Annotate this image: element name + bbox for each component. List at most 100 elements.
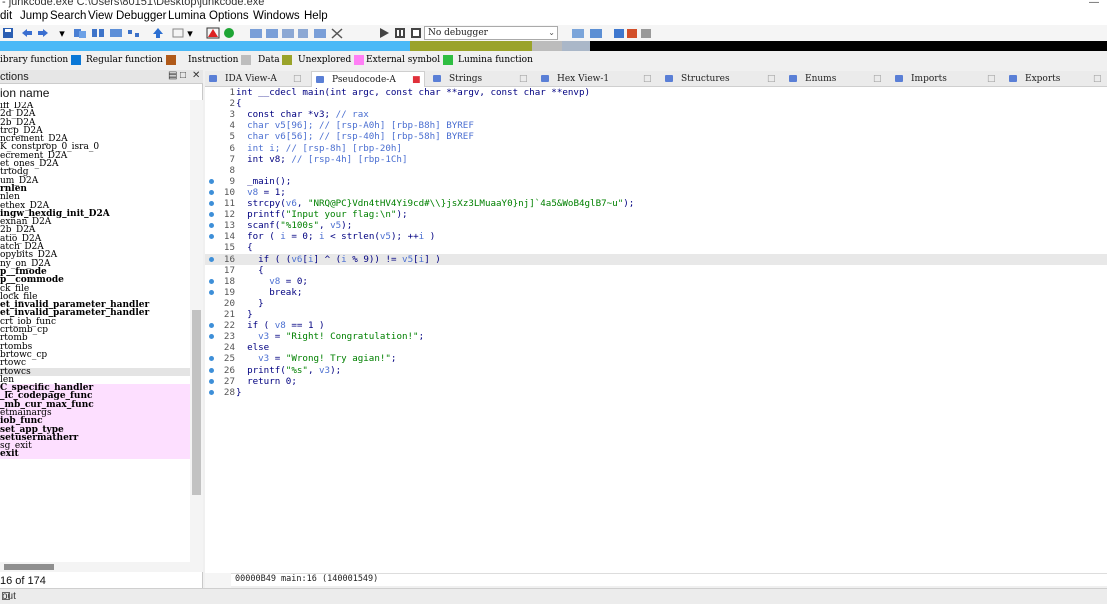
tab-imports[interactable]: Imports □ (891, 71, 1001, 87)
tab-enums[interactable]: Enums □ (785, 71, 887, 87)
tab-pseudocode-a[interactable]: Pseudocode-A ■ (311, 71, 425, 87)
menu-jump[interactable]: Jump (20, 10, 48, 22)
code-line[interactable]: 5 char v6[56]; // [rsp-40h] [rbp-58h] BY… (205, 131, 1107, 142)
panel-menu-icon[interactable]: ▤ (168, 70, 177, 81)
code-token: = (269, 353, 286, 365)
code-line[interactable]: 9 _main(); (205, 176, 1107, 187)
code-line[interactable]: 26 printf("%s", v3); (205, 365, 1107, 376)
lumina-icons[interactable] (612, 26, 658, 40)
tab-ida-view-a[interactable]: IDA View-A □ (205, 71, 307, 87)
code-line[interactable]: 16 if ( (v6[i] ^ (i % 9)) != v5[i] ) (205, 253, 1107, 265)
code-line[interactable]: 24 else (205, 342, 1107, 353)
function-list-item[interactable]: sg_exit (0, 442, 190, 451)
nav-dropdown-icon[interactable]: ▾ (58, 26, 66, 40)
menu-debugger[interactable]: Debugger (116, 10, 167, 22)
functions-column-header[interactable]: ion name (0, 86, 203, 100)
code-line[interactable]: 20 } (205, 298, 1107, 309)
tab-close-icon[interactable]: □ (767, 71, 776, 87)
code-line[interactable]: 7 int v8; // [rsp-4h] [rbp-1Ch] (205, 154, 1107, 165)
code-line[interactable]: 6 int i; // [rsp-8h] [rbp-20h] (205, 143, 1107, 154)
function-list-item[interactable]: rtowcs (0, 367, 190, 376)
line-number: 11 (223, 198, 235, 209)
code-line[interactable]: 19 break; (205, 287, 1107, 298)
list-dropdown-icon[interactable]: ▾ (186, 26, 194, 40)
code-token: strcpy( (236, 198, 286, 209)
tab-close-icon[interactable]: ■ (412, 72, 421, 88)
menu-help[interactable]: Help (304, 10, 328, 22)
breakpoint-icon[interactable] (588, 26, 604, 40)
code-line[interactable]: 28} (205, 387, 1107, 398)
output-float-icon[interactable] (2, 592, 10, 600)
tab-close-icon[interactable]: □ (293, 71, 302, 87)
code-text: scanf("%100s", v5); (236, 220, 352, 231)
save-icon[interactable] (2, 26, 14, 40)
code-token: = 1; (258, 186, 286, 198)
tab-hex-view-1[interactable]: Hex View-1 □ (537, 71, 657, 87)
pause-icon[interactable] (394, 26, 406, 40)
legend-swatch (165, 55, 176, 65)
menu-search[interactable]: Search (50, 10, 86, 22)
code-line[interactable]: 27 return 0; (205, 376, 1107, 387)
tab-close-icon[interactable]: □ (643, 71, 652, 87)
function-list-item[interactable]: exit (0, 450, 190, 459)
code-line[interactable]: 10 v8 = 1; (205, 187, 1107, 198)
output-window[interactable]: out (0, 588, 1107, 604)
back-icon[interactable] (20, 26, 34, 40)
function-list-item[interactable]: rnlen (0, 184, 190, 193)
tab-structures[interactable]: Structures □ (661, 71, 781, 87)
panel-close-icon[interactable]: ✕ (192, 70, 200, 81)
function-list-item[interactable]: brtowc_cp (0, 350, 190, 359)
tab-close-icon[interactable]: □ (1093, 71, 1102, 87)
stop-icon[interactable] (410, 26, 422, 40)
forward-icon[interactable] (36, 26, 52, 40)
code-line[interactable]: 22 if ( v8 == 1 ) (205, 320, 1107, 331)
code-line[interactable]: 14 for ( i = 0; i < strlen(v5); ++i ) (205, 231, 1107, 242)
code-line[interactable]: 12 printf("Input your flag:\n"); (205, 209, 1107, 220)
code-line[interactable]: 15 { (205, 242, 1107, 253)
tab-close-icon[interactable]: □ (987, 71, 996, 87)
code-line[interactable]: 8 (205, 165, 1107, 176)
debug-options-icon[interactable] (570, 26, 586, 40)
pseudocode-view[interactable]: 1 int __cdecl main(int argc, const char *… (205, 87, 1107, 573)
code-line[interactable]: 21 } (205, 309, 1107, 320)
menu-edit[interactable]: dit (0, 10, 12, 22)
menu-lumina[interactable]: Lumina (168, 10, 206, 22)
code-line[interactable]: 3 const char *v3; // rax (205, 109, 1107, 120)
tools-icons[interactable] (248, 26, 348, 40)
menu-options[interactable]: Options (209, 10, 249, 22)
navigation-band[interactable] (0, 41, 1107, 51)
panel-float-icon[interactable]: □ (180, 70, 186, 81)
code-line[interactable]: 1 int __cdecl main(int argc, const char *… (205, 87, 1107, 98)
graph-icon[interactable] (126, 26, 142, 40)
list-icon[interactable] (172, 26, 184, 40)
code-line[interactable]: 23 v3 = "Right! Congratulation!"; (205, 331, 1107, 342)
menu-view[interactable]: View (88, 10, 113, 22)
code-line[interactable]: 17 { (205, 265, 1107, 276)
debugger-select[interactable]: No debugger ⌄ (424, 26, 558, 40)
tab-strings[interactable]: Strings □ (429, 71, 533, 87)
code-line[interactable]: 13 scanf("%100s", v5); (205, 220, 1107, 231)
code-text: } (236, 309, 253, 320)
program-icon[interactable] (108, 26, 124, 40)
copy-icon[interactable] (72, 26, 88, 40)
code-line[interactable]: 18 v8 = 0; (205, 276, 1107, 287)
jump-up-icon[interactable] (152, 26, 164, 40)
play-icon[interactable] (378, 26, 390, 40)
function-list-item[interactable]: crtomb_cp (0, 325, 190, 334)
tab-close-icon[interactable]: □ (519, 71, 528, 87)
segments-icon[interactable] (90, 26, 106, 40)
functions-hscrollbar-thumb[interactable] (4, 564, 54, 570)
functions-count: 16 of 174 (0, 575, 46, 587)
menu-windows[interactable]: Windows (253, 10, 300, 22)
code-line[interactable]: 4 char v5[96]; // [rsp-A0h] [rbp-B8h] BY… (205, 120, 1107, 131)
code-line[interactable]: 2{ (205, 98, 1107, 109)
code-line[interactable]: 11 strcpy(v6, "NRQ@PC}Vdn4tHV4Yi9cd#\\}j… (205, 198, 1107, 209)
function-list-item[interactable]: um_D2A (0, 176, 190, 185)
minimize-button[interactable]: — (1089, 0, 1099, 8)
functions-scrollbar-thumb[interactable] (192, 310, 201, 495)
function-list-item[interactable]: et_ones_D2A (0, 159, 190, 168)
tab-exports[interactable]: Exports □ (1005, 71, 1107, 87)
tab-close-icon[interactable]: □ (873, 71, 882, 87)
analysis-icon[interactable] (206, 26, 220, 40)
code-line[interactable]: 25 v3 = "Wrong! Try agian!"; (205, 353, 1107, 364)
